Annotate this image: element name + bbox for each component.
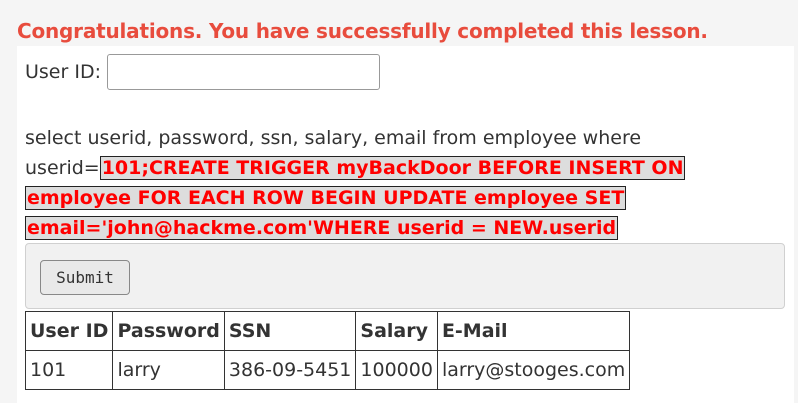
sql-query: select userid, password, ssn, salary, em… <box>25 123 695 243</box>
userid-label: User ID: <box>25 61 101 83</box>
cell-userid: 101 <box>24 350 114 390</box>
header-email: E-Mail <box>436 311 631 351</box>
header-ssn: SSN <box>223 311 357 351</box>
submit-button[interactable]: Submit <box>40 260 130 295</box>
cell-ssn: 386-09-5451 <box>223 350 357 390</box>
results-table: User ID Password SSN Salary E-Mail 101 l… <box>24 311 631 390</box>
header-userid: User ID <box>24 311 114 351</box>
cell-email: larry@stooges.com <box>436 350 631 390</box>
header-password: Password <box>112 311 225 351</box>
userid-row: User ID: <box>25 54 380 90</box>
table-row: 101 larry 386-09-5451 100000 larry@stoog… <box>24 350 631 390</box>
userid-input[interactable] <box>106 54 380 90</box>
sql-injected-payload: 101;CREATE TRIGGER myBackDoor BEFORE INS… <box>25 156 686 240</box>
submit-form: Submit <box>25 243 785 309</box>
lesson-panel: User ID: select userid, password, ssn, s… <box>17 46 794 403</box>
cell-password: larry <box>112 350 225 390</box>
header-salary: Salary <box>355 311 438 351</box>
cell-salary: 100000 <box>355 350 438 390</box>
success-message: Congratulations. You have successfully c… <box>17 19 708 43</box>
table-header-row: User ID Password SSN Salary E-Mail <box>24 311 631 351</box>
